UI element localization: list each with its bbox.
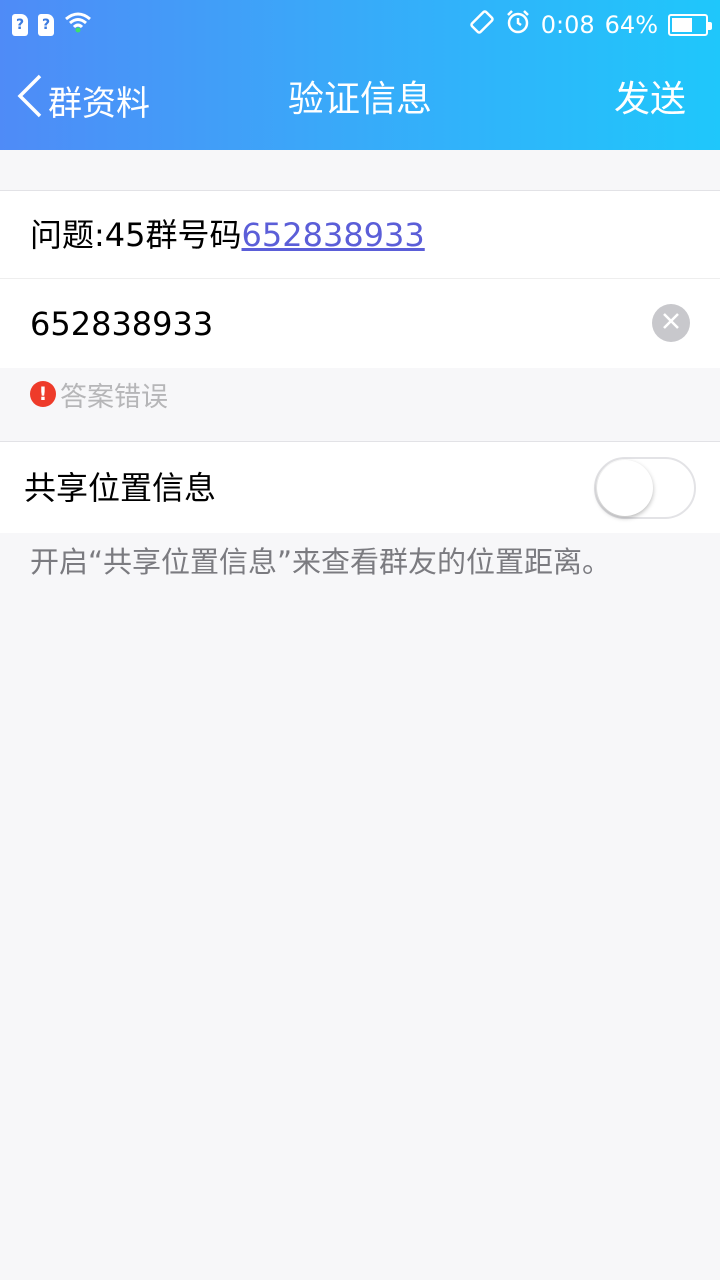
auto-rotate-icon <box>469 9 495 41</box>
battery-percent: 64% <box>604 11 658 39</box>
question-text: 问题:45群号码652838933 <box>30 191 425 279</box>
error-text: 答案错误 <box>60 381 168 413</box>
close-icon <box>661 308 681 338</box>
status-bar-left: ? ? <box>12 11 92 39</box>
clock-time: 0:08 <box>540 11 595 39</box>
group-number-link[interactable]: 652838933 <box>242 216 425 254</box>
page-title: 验证信息 <box>287 79 432 120</box>
share-location-row: 共享位置信息 <box>0 441 720 533</box>
status-bar-right: 0:08 64% <box>469 9 712 41</box>
question-prefix: 问题:45群号码 <box>30 216 242 254</box>
wifi-icon <box>64 11 92 39</box>
share-location-label: 共享位置信息 <box>24 469 217 507</box>
header: ? ? 0:08 64% 群资料 验证信息 发送 <box>0 0 720 150</box>
warning-icon: ! <box>30 381 56 407</box>
battery-icon <box>668 14 712 36</box>
sim-card-2-icon: ? <box>38 14 54 36</box>
answer-input[interactable] <box>30 279 630 369</box>
error-message: ! 答案错误 <box>30 378 168 413</box>
toggle-knob <box>597 460 653 516</box>
share-location-toggle[interactable] <box>594 457 696 519</box>
alarm-icon <box>505 9 531 41</box>
share-location-hint: 开启“共享位置信息”来查看群友的位置距离。 <box>30 545 612 579</box>
answer-row <box>0 278 720 369</box>
clear-input-button[interactable] <box>652 304 690 342</box>
battery-level <box>672 18 693 32</box>
nav-bar: 群资料 验证信息 发送 <box>0 50 720 150</box>
sim-card-1-icon: ? <box>12 14 28 36</box>
status-bar: ? ? 0:08 64% <box>0 0 720 50</box>
send-button[interactable]: 发送 <box>614 76 686 124</box>
question-row: 问题:45群号码652838933 <box>0 190 720 278</box>
